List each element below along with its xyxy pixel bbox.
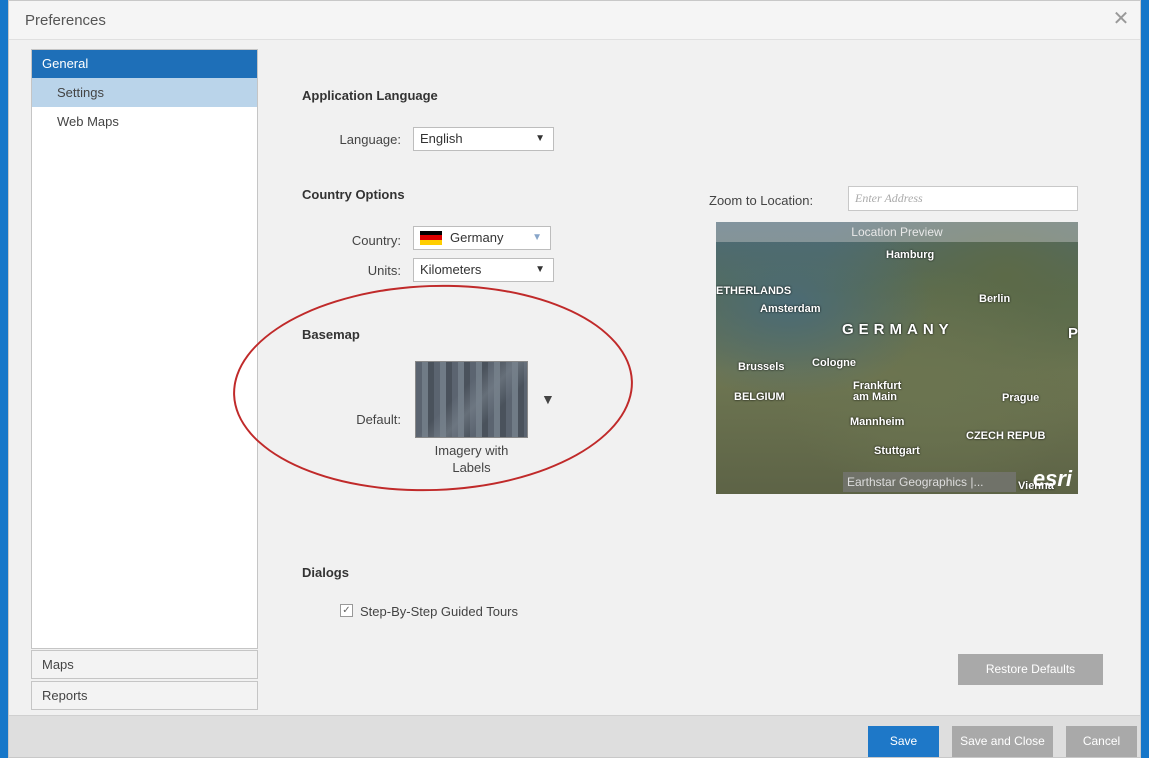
- map-label: Hamburg: [886, 249, 935, 261]
- country-label: Country:: [351, 233, 401, 248]
- dropdown-arrow-icon: ▼: [532, 232, 542, 243]
- map-label: am Main: [853, 391, 898, 403]
- sidebar-item-maps[interactable]: Maps: [31, 650, 258, 679]
- sidebar-item-settings[interactable]: Settings: [32, 78, 257, 107]
- address-input[interactable]: Enter Address: [848, 186, 1078, 211]
- germany-flag-icon: [420, 230, 442, 245]
- map-label: GERMANY: [842, 321, 954, 338]
- map-preview-title: Location Preview: [716, 222, 1078, 242]
- dialog-title: Preferences: [25, 12, 106, 29]
- language-label: Language:: [339, 132, 401, 147]
- map-label: Prague: [1002, 392, 1040, 404]
- map-attribution: Earthstar Geographics |...: [843, 472, 1016, 492]
- title-bar: Preferences ✕: [9, 1, 1140, 40]
- language-select[interactable]: English ▼: [413, 127, 554, 151]
- units-value: Kilometers: [420, 262, 482, 277]
- sidebar-header-general[interactable]: General: [32, 50, 257, 78]
- close-icon[interactable]: ✕: [1110, 9, 1132, 31]
- map-label: BELGIUM: [734, 391, 785, 403]
- language-section-title: Application Language: [302, 88, 438, 103]
- esri-logo: esri: [1032, 466, 1072, 491]
- map-label: CZECH REPUB: [966, 430, 1046, 442]
- map-label: Stuttgart: [874, 445, 920, 457]
- zoom-to-location-label: Zoom to Location:: [709, 193, 814, 208]
- country-section-title: Country Options: [302, 187, 405, 202]
- annotation-ellipse: [229, 278, 637, 498]
- save-button[interactable]: Save: [868, 726, 939, 757]
- map-label: Berlin: [979, 293, 1011, 305]
- map-label: Brussels: [738, 361, 785, 373]
- units-label: Units:: [367, 263, 401, 278]
- sidebar-item-web-maps[interactable]: Web Maps: [32, 107, 257, 136]
- language-value: English: [420, 131, 463, 146]
- map-label: Mannheim: [850, 416, 905, 428]
- map-label: Amsterdam: [760, 303, 821, 315]
- guided-tours-label: Step-By-Step Guided Tours: [360, 604, 519, 619]
- restore-defaults-button[interactable]: Restore Defaults: [958, 654, 1103, 685]
- location-preview-map[interactable]: Location Preview Hamburg ETHERLANDS Amst…: [716, 222, 1078, 494]
- dialogs-section-title: Dialogs: [302, 565, 349, 580]
- save-and-close-button[interactable]: Save and Close: [952, 726, 1053, 757]
- map-label: ETHERLANDS: [716, 285, 792, 297]
- map-label: Cologne: [812, 357, 856, 369]
- map-label: P: [1068, 325, 1078, 342]
- dropdown-arrow-icon: ▼: [535, 133, 545, 144]
- units-select[interactable]: Kilometers ▼: [413, 258, 554, 282]
- country-value: Germany: [450, 230, 504, 245]
- cancel-button[interactable]: Cancel: [1066, 726, 1137, 757]
- sidebar-item-reports[interactable]: Reports: [31, 681, 258, 710]
- preferences-dialog: Preferences ✕ General Settings Web Maps …: [8, 0, 1141, 758]
- country-select[interactable]: Germany ▼: [413, 226, 551, 250]
- dropdown-arrow-icon: ▼: [535, 264, 545, 275]
- guided-tours-checkbox[interactable]: ✓: [340, 604, 353, 617]
- sidebar: General Settings Web Maps: [31, 49, 258, 649]
